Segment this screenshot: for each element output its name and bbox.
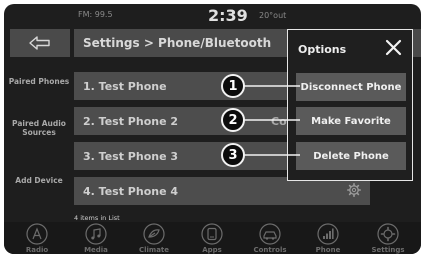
nav-settings[interactable]: Settings	[362, 222, 414, 254]
climate-icon	[143, 223, 165, 245]
media-icon	[85, 223, 107, 245]
phone-icon	[317, 223, 339, 245]
nav-label: Controls	[253, 246, 287, 254]
radio-icon	[26, 223, 48, 245]
callout-badge: 3	[221, 143, 245, 167]
nav-label: Radio	[25, 246, 49, 254]
nav-controls[interactable]: Controls	[244, 222, 296, 254]
nav-apps[interactable]: Apps	[186, 222, 238, 254]
nav-media[interactable]: Media	[70, 222, 122, 254]
infotainment-screen: FM: 99.5 2:39 20°out Settings > Phone/Bl…	[4, 4, 421, 254]
nav-label: Media	[84, 246, 108, 254]
callout-badge: 2	[221, 108, 245, 132]
callout-lines	[243, 85, 300, 156]
bottom-nav: Radio Media Climate Apps Controls Phone …	[4, 222, 421, 254]
settings-icon	[377, 223, 399, 245]
apps-icon	[201, 223, 223, 245]
nav-label: Climate	[138, 246, 170, 254]
nav-label: Settings	[371, 246, 405, 254]
nav-climate[interactable]: Climate	[128, 222, 180, 254]
nav-label: Apps	[202, 246, 222, 254]
callout-badge: 1	[221, 74, 245, 98]
nav-label: Phone	[315, 246, 341, 254]
controls-icon	[259, 223, 281, 245]
nav-radio[interactable]: Radio	[11, 222, 63, 254]
nav-phone[interactable]: Phone	[302, 222, 354, 254]
